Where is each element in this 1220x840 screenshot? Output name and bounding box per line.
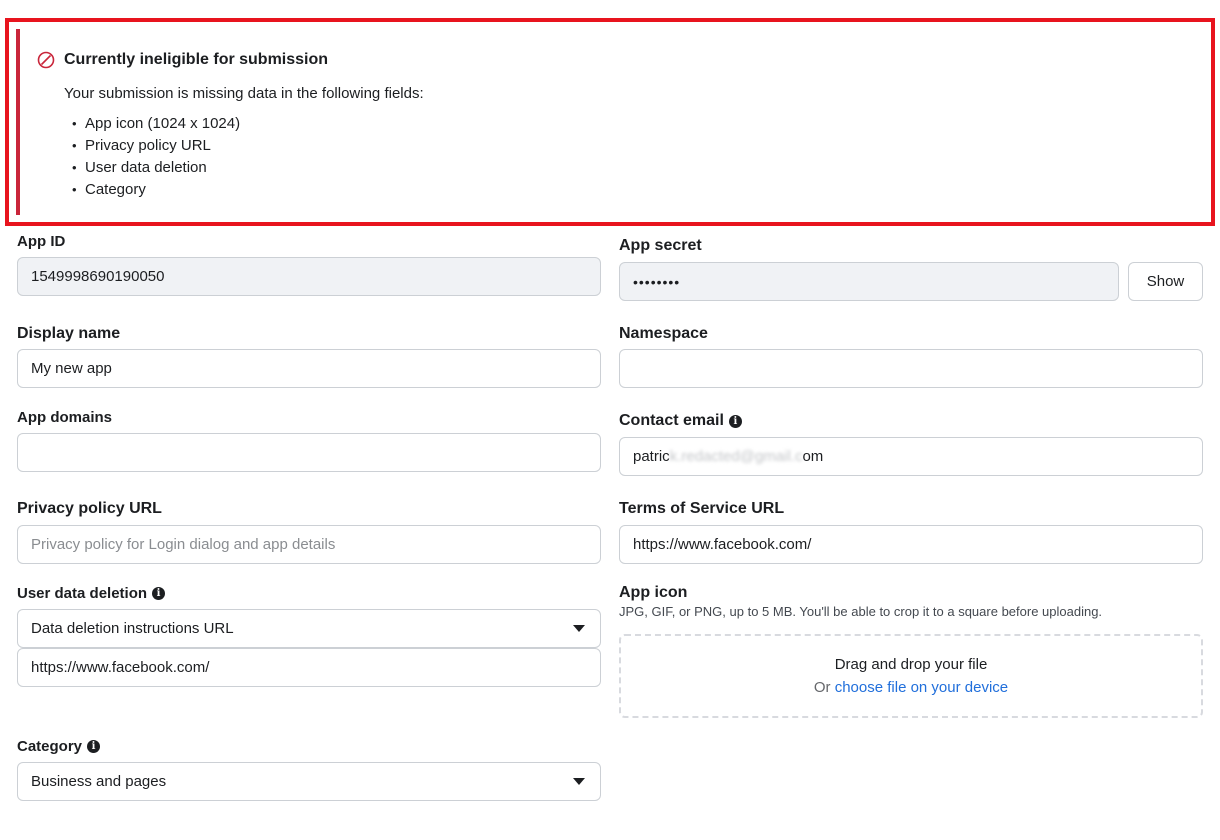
caret-down-icon	[573, 625, 585, 632]
list-item: • Privacy policy URL	[72, 137, 211, 154]
choose-file-link[interactable]: choose file on your device	[835, 679, 1008, 696]
category-select[interactable]: Business and pages	[17, 762, 601, 801]
info-icon[interactable]: i	[728, 414, 742, 428]
app-id-field[interactable]: 1549998690190050	[17, 257, 601, 296]
redacted-text: k.redacted@gmail.c	[669, 448, 803, 465]
namespace-input[interactable]	[619, 349, 1203, 388]
app-icon-label: App icon	[619, 584, 688, 601]
caret-down-icon	[573, 778, 585, 785]
privacy-policy-input[interactable]: Privacy policy for Login dialog and app …	[17, 525, 601, 564]
list-item: • App icon (1024 x 1024)	[72, 115, 241, 132]
alert-subtitle: Your submission is missing data in the f…	[64, 85, 424, 102]
app-domains-label: App domains	[17, 409, 113, 426]
app-icon-hint: JPG, GIF, or PNG, up to 5 MB. You'll be …	[619, 604, 1103, 619]
app-secret-label: App secret	[619, 237, 702, 254]
app-icon-dropzone[interactable]: Drag and drop your file Or choose file o…	[619, 634, 1203, 718]
terms-of-service-label: Terms of Service URL	[619, 500, 785, 517]
dropzone-title: Drag and drop your file	[834, 656, 988, 673]
app-id-label: App ID	[17, 233, 66, 250]
terms-of-service-input[interactable]: https://www.facebook.com/	[619, 525, 1203, 564]
info-icon[interactable]: i	[152, 587, 166, 600]
data-deletion-url-input[interactable]: https://www.facebook.com/	[17, 648, 601, 687]
display-name-label: Display name	[17, 325, 121, 342]
category-label: Category i	[17, 738, 101, 755]
ineligible-alert: Currently ineligible for submission Your…	[16, 29, 1204, 215]
show-secret-button[interactable]: Show	[1128, 262, 1203, 301]
list-item: • User data deletion	[72, 159, 207, 176]
secret-value: ••••••••	[633, 273, 681, 290]
info-icon[interactable]: i	[87, 740, 101, 753]
missing-fields-list: • App icon (1024 x 1024) • Privacy policy …	[72, 113, 240, 201]
user-data-deletion-select[interactable]: Data deletion instructions URL	[17, 609, 601, 648]
dropzone-or: Or	[813, 679, 831, 696]
privacy-policy-label: Privacy policy URL	[17, 500, 162, 517]
prohibited-icon	[37, 51, 55, 69]
list-item: • Category	[72, 181, 146, 198]
contact-email-input[interactable]: patric k.redacted@gmail.c om	[619, 437, 1203, 476]
select-value: Data deletion instructions URL	[31, 620, 234, 637]
select-value: Business and pages	[31, 773, 167, 790]
namespace-label: Namespace	[619, 325, 708, 342]
alert-title: Currently ineligible for submission	[64, 51, 329, 68]
app-domains-input[interactable]	[17, 433, 601, 472]
display-name-input[interactable]: My new app	[17, 349, 601, 388]
app-secret-field[interactable]: ••••••••	[619, 262, 1119, 301]
user-data-deletion-label: User data deletion i	[17, 585, 166, 602]
contact-email-label: Contact email i	[619, 412, 742, 430]
